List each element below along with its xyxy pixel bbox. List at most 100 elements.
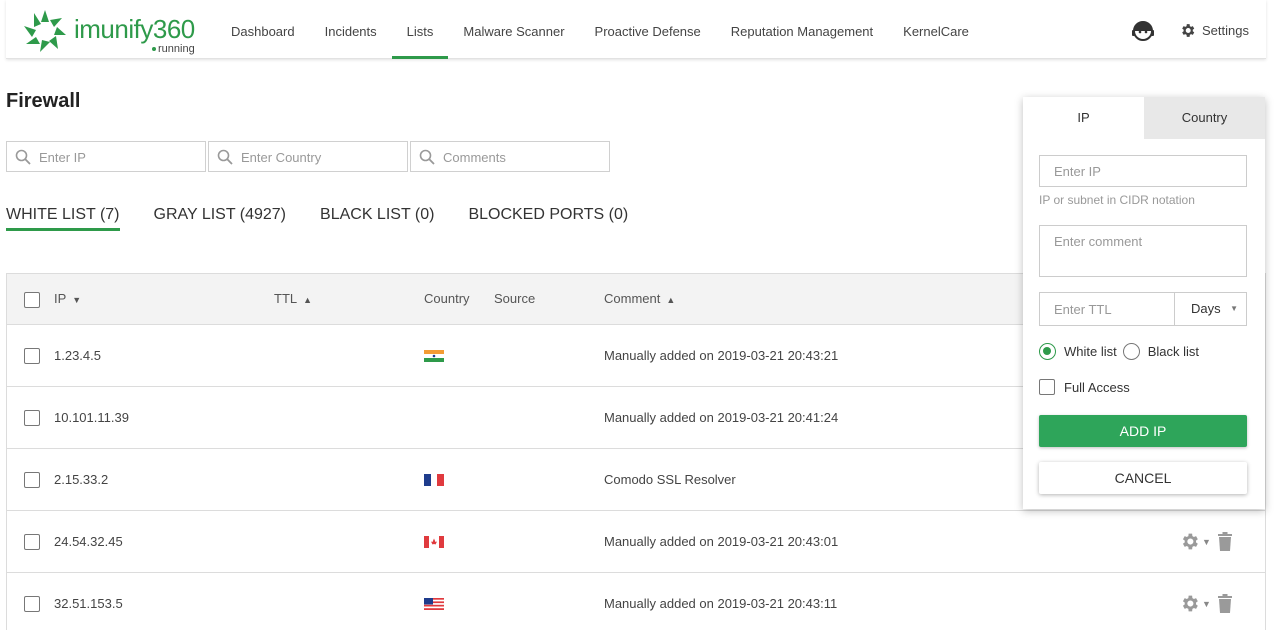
row-comment: Manually added on 2019-03-21 20:43:21 bbox=[604, 348, 839, 363]
row-actions: ▼ bbox=[1179, 531, 1233, 552]
list-tabs: WHITE LIST (7) GRAY LIST (4927) BLACK LI… bbox=[6, 206, 662, 231]
tab-gray-list[interactable]: GRAY LIST (4927) bbox=[154, 206, 287, 231]
ttl-field[interactable] bbox=[1039, 292, 1175, 326]
column-header-source: Source bbox=[494, 291, 536, 306]
radio-black-list[interactable]: Black list bbox=[1122, 343, 1200, 360]
ttl-unit-select[interactable]: Days ▼ bbox=[1175, 292, 1247, 326]
full-access-option[interactable]: Full Access bbox=[1039, 379, 1130, 395]
top-navbar: imunify360 running Dashboard Incidents L… bbox=[6, 0, 1266, 59]
tab-white-list[interactable]: WHITE LIST (7) bbox=[6, 206, 120, 231]
comment-header-label: Comment bbox=[604, 291, 661, 306]
service-status: running bbox=[152, 43, 195, 55]
comments-filter-input[interactable] bbox=[443, 148, 603, 166]
table-row[interactable]: 32.51.153.5 Manually added on 2019-03-21… bbox=[7, 573, 1265, 630]
trash-icon[interactable] bbox=[1217, 594, 1233, 613]
radio-white-label: White list bbox=[1064, 344, 1117, 359]
nav-lists[interactable]: Lists bbox=[391, 0, 449, 59]
country-filter-input[interactable] bbox=[241, 148, 401, 166]
chevron-down-icon: ▼ bbox=[1230, 304, 1238, 313]
radio-white-list[interactable]: White list bbox=[1039, 343, 1117, 360]
row-ip: 1.23.4.5 bbox=[54, 348, 101, 363]
column-header-comment[interactable]: Comment ▲ bbox=[604, 291, 675, 306]
gear-icon[interactable] bbox=[1179, 593, 1200, 614]
sort-desc-icon: ▼ bbox=[72, 294, 82, 305]
popup-tab-country[interactable]: Country bbox=[1144, 97, 1265, 139]
ip-hint: IP or subnet in CIDR notation bbox=[1039, 193, 1195, 207]
popup-tab-ip[interactable]: IP bbox=[1023, 97, 1144, 139]
nav-incidents[interactable]: Incidents bbox=[310, 0, 392, 59]
row-comment: Comodo SSL Resolver bbox=[604, 472, 736, 487]
radio-black-label: Black list bbox=[1147, 344, 1200, 359]
ttl-input[interactable] bbox=[1040, 293, 1174, 325]
trash-icon[interactable] bbox=[1217, 532, 1233, 551]
radio-black-indicator[interactable] bbox=[1122, 343, 1140, 360]
full-access-checkbox[interactable] bbox=[1039, 379, 1055, 395]
comment-field[interactable] bbox=[1039, 225, 1247, 277]
sort-icon: ▲ bbox=[303, 294, 313, 305]
imunify-logo-icon bbox=[24, 10, 66, 52]
nav-proactive-defense[interactable]: Proactive Defense bbox=[580, 0, 716, 59]
chevron-down-icon[interactable]: ▼ bbox=[1202, 537, 1211, 547]
gear-icon[interactable] bbox=[1179, 531, 1200, 552]
ip-field[interactable] bbox=[1039, 155, 1247, 187]
ttl-header-label: TTL bbox=[274, 291, 298, 306]
tab-blocked-ports[interactable]: BLOCKED PORTS (0) bbox=[468, 206, 628, 231]
ttl-unit-value: Days bbox=[1191, 301, 1221, 316]
sort-icon: ▲ bbox=[666, 294, 676, 305]
country-filter[interactable] bbox=[208, 141, 408, 172]
search-icon bbox=[217, 149, 233, 165]
chevron-down-icon[interactable]: ▼ bbox=[1202, 599, 1211, 609]
row-ip: 2.15.33.2 bbox=[54, 472, 109, 487]
logo-text: imunify360 bbox=[74, 14, 195, 44]
column-header-ip[interactable]: IP ▼ bbox=[54, 291, 81, 306]
search-icon bbox=[15, 149, 31, 165]
row-actions: ▼ bbox=[1179, 593, 1233, 614]
nav-dashboard[interactable]: Dashboard bbox=[216, 0, 310, 59]
app-logo[interactable]: imunify360 running bbox=[22, 8, 212, 56]
select-all-checkbox[interactable] bbox=[24, 292, 40, 308]
nav-malware-scanner[interactable]: Malware Scanner bbox=[448, 0, 579, 59]
ip-filter-input[interactable] bbox=[39, 148, 199, 166]
india-flag-icon bbox=[424, 350, 444, 362]
ttl-group: Days ▼ bbox=[1039, 292, 1247, 326]
full-access-label: Full Access bbox=[1064, 379, 1130, 395]
row-ip: 10.101.11.39 bbox=[54, 410, 129, 425]
add-ip-button[interactable]: ADD IP bbox=[1039, 415, 1247, 447]
row-checkbox[interactable] bbox=[24, 596, 40, 612]
comments-filter[interactable] bbox=[410, 141, 610, 172]
usa-flag-icon bbox=[424, 598, 444, 610]
row-ip: 32.51.153.5 bbox=[54, 596, 123, 611]
nav-reputation-management[interactable]: Reputation Management bbox=[716, 0, 888, 59]
settings-link[interactable]: Settings bbox=[1179, 22, 1249, 39]
tab-black-list[interactable]: BLACK LIST (0) bbox=[320, 206, 434, 231]
add-ip-popup: IP Country IP or subnet in CIDR notation… bbox=[1023, 97, 1265, 509]
row-comment: Manually added on 2019-03-21 20:41:24 bbox=[604, 410, 839, 425]
table-row[interactable]: 24.54.32.45 Manually added on 2019-03-21… bbox=[7, 511, 1265, 573]
row-checkbox[interactable] bbox=[24, 348, 40, 364]
france-flag-icon bbox=[424, 474, 444, 486]
nav-kernelcare[interactable]: KernelCare bbox=[888, 0, 984, 59]
canada-flag-icon bbox=[424, 536, 444, 548]
main-nav: Dashboard Incidents Lists Malware Scanne… bbox=[216, 0, 984, 59]
row-comment: Manually added on 2019-03-21 20:43:01 bbox=[604, 534, 839, 549]
settings-label: Settings bbox=[1202, 23, 1249, 38]
row-checkbox[interactable] bbox=[24, 472, 40, 488]
row-ip: 24.54.32.45 bbox=[54, 534, 123, 549]
comment-input[interactable] bbox=[1040, 226, 1246, 276]
column-header-ttl[interactable]: TTL ▲ bbox=[274, 291, 312, 306]
list-type-radios: White list Black list bbox=[1039, 343, 1205, 360]
column-header-country: Country bbox=[424, 291, 470, 306]
filter-bar bbox=[6, 141, 612, 172]
page-title: Firewall bbox=[6, 90, 81, 112]
ip-header-label: IP bbox=[54, 291, 67, 306]
radio-white-indicator[interactable] bbox=[1039, 343, 1056, 360]
popup-tabs: IP Country bbox=[1023, 97, 1265, 139]
search-icon bbox=[419, 149, 435, 165]
ip-filter[interactable] bbox=[6, 141, 206, 172]
cancel-button[interactable]: CANCEL bbox=[1039, 462, 1247, 494]
row-comment: Manually added on 2019-03-21 20:43:11 bbox=[604, 596, 838, 611]
support-headset-icon[interactable] bbox=[1130, 18, 1156, 44]
row-checkbox[interactable] bbox=[24, 410, 40, 426]
row-checkbox[interactable] bbox=[24, 534, 40, 550]
ip-input[interactable] bbox=[1040, 156, 1246, 186]
